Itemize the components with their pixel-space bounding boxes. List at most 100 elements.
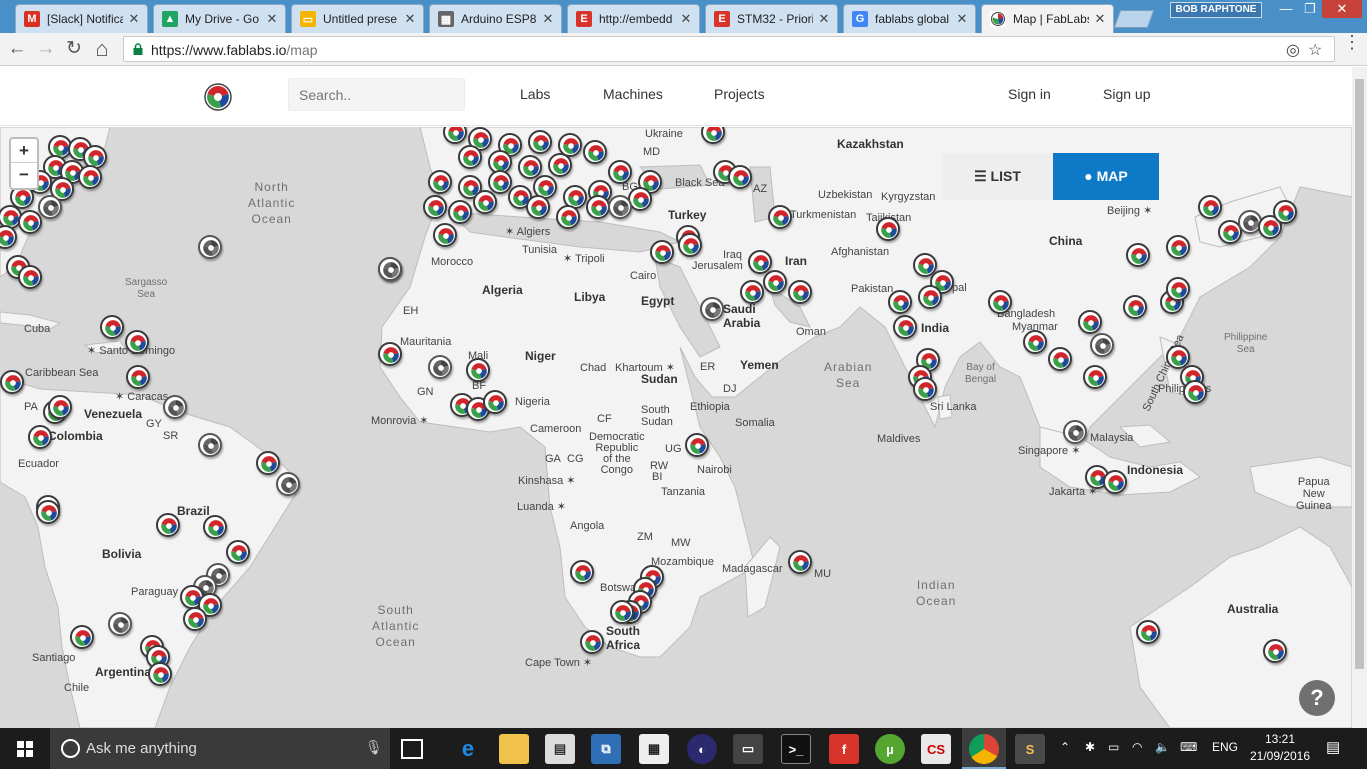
fablab-map-marker-icon[interactable] <box>586 195 610 219</box>
browser-tab[interactable]: M [Slack] Notifica ✕ <box>15 4 148 33</box>
reload-icon[interactable]: ↻ <box>61 37 87 61</box>
browser-tab[interactable]: ▦ Arduino ESP82 ✕ <box>429 4 562 33</box>
embedded-app-icon[interactable]: f <box>829 734 859 764</box>
fablab-map-marker-icon[interactable] <box>876 217 900 241</box>
browser-tab[interactable]: ▲ My Drive - Go ✕ <box>153 4 286 33</box>
sign-in-link[interactable]: Sign in <box>1008 86 1051 102</box>
fablab-map-marker-icon[interactable] <box>650 240 674 264</box>
fablab-map-marker-icon[interactable] <box>583 140 607 164</box>
fablab-map-marker-icon[interactable] <box>1126 243 1150 267</box>
nav-machines-link[interactable]: Machines <box>603 86 663 102</box>
fablab-map-marker-icon[interactable] <box>466 358 490 382</box>
chrome-menu-icon[interactable]: ⋮ <box>1343 33 1361 51</box>
fablab-map-marker-icon[interactable] <box>458 145 482 169</box>
language-indicator[interactable]: ENG <box>1212 740 1238 754</box>
tray-expand-icon[interactable]: ⌃ <box>1060 740 1070 754</box>
fablab-map-marker-icon[interactable] <box>18 210 42 234</box>
fablab-map-marker-icon[interactable] <box>423 195 447 219</box>
bookmark-star-icon[interactable]: ☆ <box>1308 40 1322 60</box>
fablab-map-marker-icon[interactable] <box>38 195 62 219</box>
tab-close-icon[interactable]: ✕ <box>955 11 969 27</box>
sublime-icon[interactable]: S <box>1015 734 1045 764</box>
nav-projects-link[interactable]: Projects <box>714 86 765 102</box>
nav-labs-link[interactable]: Labs <box>520 86 550 102</box>
tab-close-icon[interactable]: ✕ <box>541 11 555 27</box>
back-arrow-icon[interactable]: ← <box>4 37 30 61</box>
fablab-map-marker-icon[interactable] <box>678 233 702 257</box>
fablab-map-marker-icon[interactable] <box>226 540 250 564</box>
fablab-map-marker-icon[interactable] <box>276 472 300 496</box>
windows-start-icon[interactable] <box>0 728 50 769</box>
tab-close-icon[interactable]: ✕ <box>403 11 417 27</box>
utorrent-icon[interactable]: µ <box>875 734 905 764</box>
fablab-map-marker-icon[interactable] <box>256 451 280 475</box>
fablab-map-marker-icon[interactable] <box>36 500 60 524</box>
fablab-map-marker-icon[interactable] <box>1136 620 1160 644</box>
bluetooth-icon[interactable]: ✱ <box>1085 740 1095 754</box>
fablab-map-marker-icon[interactable] <box>556 205 580 229</box>
chip-icon[interactable]: ▭ <box>733 734 763 764</box>
fablab-map-marker-icon[interactable] <box>203 515 227 539</box>
fablab-map-marker-icon[interactable] <box>488 170 512 194</box>
fablab-map-marker-icon[interactable] <box>608 195 632 219</box>
fablab-map-marker-icon[interactable] <box>483 390 507 414</box>
fablab-map-marker-icon[interactable] <box>183 607 207 631</box>
fablab-map-marker-icon[interactable] <box>570 560 594 584</box>
restore-icon[interactable]: ❐ <box>1298 0 1322 18</box>
action-center-icon[interactable]: ▤ <box>1326 738 1340 756</box>
fablab-map-marker-icon[interactable] <box>18 265 42 289</box>
fablab-map-marker-icon[interactable] <box>1023 330 1047 354</box>
fablab-map-marker-icon[interactable] <box>548 153 572 177</box>
fablab-map-marker-icon[interactable] <box>748 250 772 274</box>
fablab-map-marker-icon[interactable] <box>528 130 552 154</box>
fablab-map-marker-icon[interactable] <box>378 257 402 281</box>
fablab-map-marker-icon[interactable] <box>913 377 937 401</box>
url-text[interactable]: https://www.fablabs.io/map <box>151 42 318 58</box>
fablab-map-marker-icon[interactable] <box>1103 470 1127 494</box>
fablab-map-marker-icon[interactable] <box>108 612 132 636</box>
fablab-map-marker-icon[interactable] <box>1078 310 1102 334</box>
fablab-map-marker-icon[interactable] <box>1183 380 1207 404</box>
cortana-search-box[interactable]: Ask me anything 🎙 <box>50 728 390 769</box>
fablab-map-marker-icon[interactable] <box>443 127 467 144</box>
tab-close-icon[interactable]: ✕ <box>679 11 693 27</box>
fablab-map-marker-icon[interactable] <box>148 662 172 686</box>
fablab-map-marker-icon[interactable] <box>78 165 102 189</box>
fablab-map-marker-icon[interactable] <box>768 205 792 229</box>
zoom-out-button[interactable]: − <box>11 163 37 187</box>
browser-tab[interactable]: Map | FabLabs ✕ <box>981 4 1114 33</box>
fablab-map-marker-icon[interactable] <box>1166 277 1190 301</box>
scrollbar-thumb[interactable] <box>1355 79 1364 669</box>
fablab-map-marker-icon[interactable] <box>608 160 632 184</box>
terminal-icon[interactable]: >_ <box>781 734 811 764</box>
fablab-map-marker-icon[interactable] <box>518 155 542 179</box>
fablab-map-marker-icon[interactable] <box>740 280 764 304</box>
window-close-icon[interactable]: ✕ <box>1322 0 1362 18</box>
store-icon[interactable]: ▤ <box>545 734 575 764</box>
browser-tab[interactable]: E STM32 - Priori ✕ <box>705 4 838 33</box>
fablab-map-marker-icon[interactable] <box>610 600 634 624</box>
fablab-map-marker-icon[interactable] <box>100 315 124 339</box>
system-clock[interactable]: 13:21 21/09/2016 <box>1245 731 1315 765</box>
fablab-map-marker-icon[interactable] <box>1048 347 1072 371</box>
power-icon[interactable]: ▭ <box>1108 740 1119 754</box>
fablab-map-marker-icon[interactable] <box>70 625 94 649</box>
chrome-profile-badge[interactable]: BOB RAPHTONE <box>1170 2 1262 18</box>
fablab-map-marker-icon[interactable] <box>763 270 787 294</box>
edge-icon[interactable]: e <box>453 734 483 764</box>
volume-icon[interactable]: 🔈 <box>1155 740 1170 754</box>
fablab-map-marker-icon[interactable] <box>1166 235 1190 259</box>
fablab-map-marker-icon[interactable] <box>1123 295 1147 319</box>
network-app-icon[interactable]: ⧉ <box>591 734 621 764</box>
fablab-map-marker-icon[interactable] <box>0 225 17 249</box>
keyboard-icon[interactable]: ⌨ <box>1180 740 1197 754</box>
browser-tab[interactable]: ▭ Untitled prese ✕ <box>291 4 424 33</box>
minimize-icon[interactable]: — <box>1274 0 1298 18</box>
world-map[interactable]: North Atlantic Ocean South Atlantic Ocea… <box>0 127 1352 728</box>
fablab-map-marker-icon[interactable] <box>526 195 550 219</box>
fablab-map-marker-icon[interactable] <box>198 433 222 457</box>
fablab-map-marker-icon[interactable] <box>125 330 149 354</box>
fablab-map-marker-icon[interactable] <box>1198 195 1222 219</box>
browser-tab[interactable]: Ehttp://embedd ✕ <box>567 4 700 33</box>
fablab-map-marker-icon[interactable] <box>580 630 604 654</box>
